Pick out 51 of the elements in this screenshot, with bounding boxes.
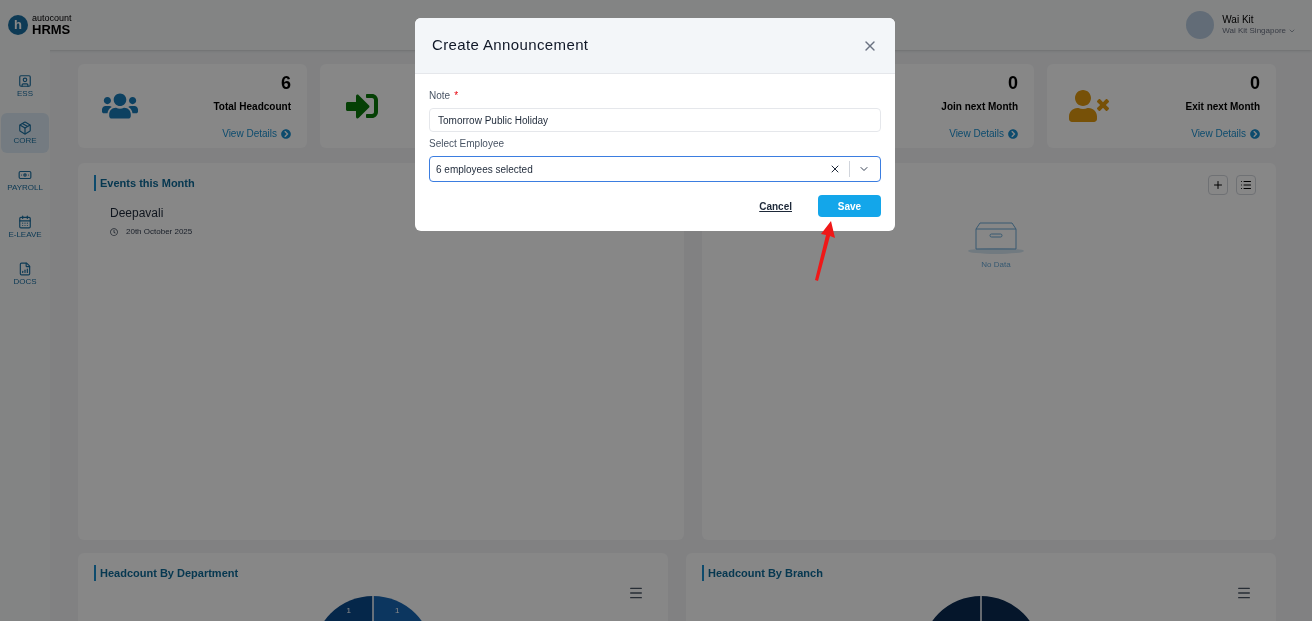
user-name: Wai Kit [1222,13,1255,27]
note-field[interactable]: Tomorrow Public Holiday [429,108,881,132]
field-label: Note [429,89,451,103]
menu-icon[interactable] [628,585,644,601]
sidebar-item[interactable]: DOCS [1,254,49,294]
sidebar-item[interactable]: ESS [1,66,49,106]
empty-text: No Data [981,259,1011,271]
panel-title: Headcount By Department [100,566,239,581]
dialog-title: Create Announcement [432,35,589,56]
nav-icon [18,215,32,229]
empty-box-icon [966,221,1026,255]
panel-title: Headcount By Branch [708,566,823,581]
sidebar-item[interactable]: E-LEAVE [1,207,49,247]
user-remove-icon [1069,90,1109,122]
save-button[interactable]: Save [818,195,881,217]
list-button[interactable] [1236,175,1256,195]
event-name: Deepavali [110,204,165,222]
menu-icon[interactable] [1236,585,1252,601]
stat-value: 0 [1250,72,1260,95]
cancel-link[interactable]: Cancel [759,198,792,214]
view-details-link[interactable]: View Details [1191,126,1260,141]
nav-icon [18,121,32,135]
sidebar-item[interactable]: CORE [1,113,49,153]
stat-value: 6 [281,72,291,95]
panel-title: Events this Month [100,176,195,191]
logo-title: HRMS [32,23,72,36]
stat-value: 0 [1008,72,1018,95]
view-details-link[interactable]: View Details [222,126,291,141]
required-mark: * [454,89,459,103]
slice-label: 1 [395,605,400,617]
field-label: Select Employee [429,137,506,151]
sidebar-item[interactable]: PAYROLL [1,160,49,200]
nav-icon [18,262,32,276]
nav-icon [18,74,32,88]
annotation-arrow [812,219,838,282]
list-icon [1240,179,1252,191]
stat-label: Exit next Month [1185,100,1260,114]
clear-icon[interactable] [829,163,841,175]
view-details-link[interactable]: View Details [949,126,1018,141]
clock-icon [110,227,118,236]
logo-text: autocount [32,14,72,23]
stat-label: Join next Month [941,100,1018,114]
employee-select[interactable]: 6 employees selected [429,156,881,182]
event-date: 20th October 2025 [126,225,193,238]
nav-icon [18,168,32,182]
slice-label: 1 [346,605,351,617]
stat-label: Total Headcount [213,100,291,114]
logo-mark: h [8,15,28,35]
add-button[interactable] [1208,175,1228,195]
plus-icon [1212,179,1224,191]
company-name[interactable]: Wai Kit Singapore [1222,26,1296,37]
